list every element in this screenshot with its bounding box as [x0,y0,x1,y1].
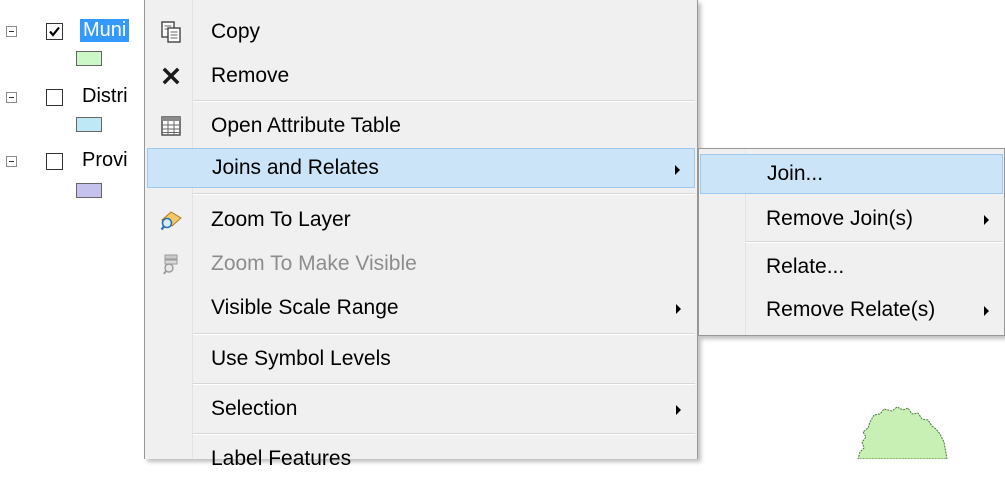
submenu-item-join[interactable]: Join... [700,154,1003,194]
menu-item-open-attribute-table[interactable]: Open Attribute Table [147,106,695,146]
menu-item-label: Joins and Relates [212,156,379,179]
menu-item-label: Open Attribute Table [211,114,401,137]
checkmark-icon [49,26,60,37]
submenu-arrow-icon [675,165,680,175]
menu-item-label: Remove Relate(s) [766,298,936,321]
submenu-arrow-icon [984,215,989,225]
layer-symbol-swatch[interactable] [76,51,102,66]
menu-separator [193,193,695,195]
menu-item-use-symbol-levels[interactable]: Use Symbol Levels [147,339,695,379]
menu-item-label: Remove [211,64,290,87]
submenu-item-remove-joins[interactable]: Remove Join(s) [700,199,1003,239]
layer-symbol-swatch[interactable] [76,183,102,198]
menu-item-zoom-to-make-visible: Zoom To Make Visible [147,244,695,284]
menu-item-label: Use Symbol Levels [211,347,391,370]
copy-icon [161,21,181,43]
menu-item-label: Copy [211,20,261,43]
menu-item-label: Label Features [211,447,352,470]
menu-item-label: Join... [767,162,824,185]
menu-item-label: Zoom To Make Visible [211,252,417,275]
menu-item-visible-scale-range[interactable]: Visible Scale Range [147,288,695,328]
layer-visibility-checkbox[interactable] [46,89,63,106]
layer-visibility-checkbox[interactable] [46,153,63,170]
menu-separator [193,433,695,435]
menu-item-label-features[interactable]: Label Features [147,439,695,479]
menu-item-label: Zoom To Layer [211,208,351,231]
layer-visibility-checkbox[interactable] [46,23,63,40]
submenu-item-relate[interactable]: Relate... [700,247,1003,287]
menu-separator [745,241,1002,243]
menu-item-label: Visible Scale Range [211,296,399,319]
collapse-toggle[interactable] [6,92,17,103]
layer-name[interactable]: Provi [82,149,128,172]
submenu-item-remove-relates[interactable]: Remove Relate(s) [700,290,1003,330]
collapse-toggle[interactable] [6,26,17,37]
menu-separator [193,383,695,385]
layer-symbol-swatch[interactable] [76,117,102,132]
remove-x-icon [162,67,180,85]
menu-item-selection[interactable]: Selection [147,389,695,429]
submenu-arrow-icon [984,306,989,316]
menu-item-label: Relate... [766,255,845,278]
layer-context-menu: Copy Remove Open Attribute Table Joins a… [144,0,698,470]
collapse-toggle[interactable] [6,156,17,167]
menu-item-label: Selection [211,397,298,420]
layer-name[interactable]: Distri [82,85,128,108]
menu-item-zoom-to-layer[interactable]: Zoom To Layer [147,200,695,240]
layer-name[interactable]: Muni [80,19,130,42]
joins-and-relates-submenu: Join... Remove Join(s) Relate... Remove … [698,148,1005,336]
menu-separator [193,100,695,102]
attribute-table-icon [161,116,181,136]
menu-item-joins-and-relates[interactable]: Joins and Relates [147,148,695,188]
zoom-to-layer-icon [160,211,182,231]
submenu-arrow-icon [676,304,681,314]
menu-item-copy[interactable]: Copy [147,12,695,52]
menu-item-remove[interactable]: Remove [147,56,695,96]
zoom-to-make-visible-icon [163,254,178,275]
map-polygon-feature[interactable] [840,402,960,459]
submenu-arrow-icon [676,405,681,415]
menu-item-label: Remove Join(s) [766,207,914,230]
menu-separator [193,333,695,335]
